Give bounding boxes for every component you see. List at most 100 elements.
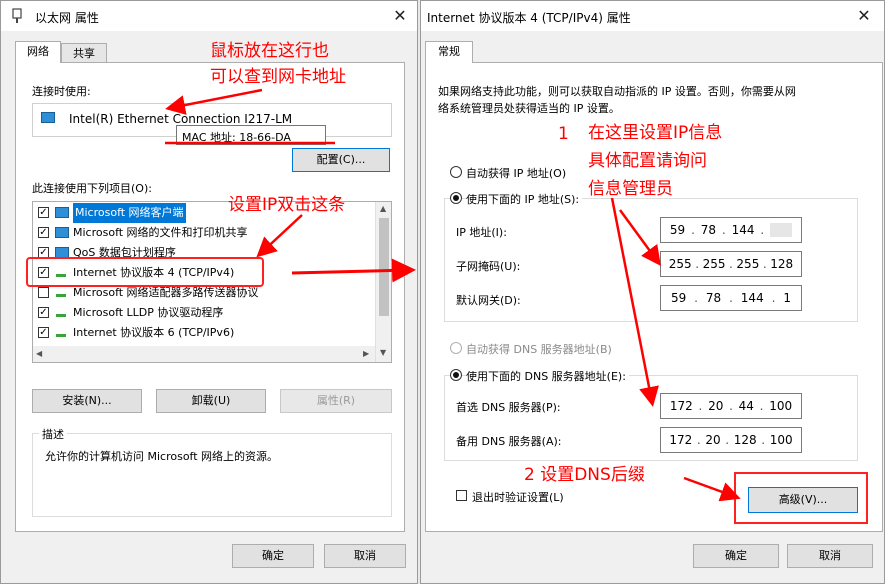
mac-tooltip: MAC 地址: 18-66-DA <box>176 125 326 145</box>
list-item[interactable]: ✓ Internet 协议版本 6 (TCP/IPv6) <box>33 323 373 343</box>
ip-octet-2: 78 <box>700 223 717 237</box>
item-label: Microsoft 网络的文件和打印机共享 <box>73 226 248 239</box>
validate-checkbox[interactable] <box>456 490 467 501</box>
gateway-field[interactable]: 59. 78. 144. 1 <box>660 285 802 311</box>
adapter-name: Intel(R) Ethernet Connection I217-LM <box>69 112 293 126</box>
auto-dns-radio[interactable] <box>450 342 462 354</box>
mask-octet-2: 255 <box>702 257 726 271</box>
right-dialog-title: Internet 协议版本 4 (TCP/IPv4) 属性 <box>427 11 631 25</box>
network-card-icon <box>41 112 55 123</box>
pref-dns-octet-3: 44 <box>738 399 754 413</box>
item-checkbox[interactable]: ✓ <box>38 227 49 238</box>
item-label: Microsoft 网络客户端 <box>73 203 186 223</box>
left-titlebar: 以太网 属性 ✕ <box>1 1 417 31</box>
horizontal-scrollbar[interactable]: ◀ ▶ <box>33 346 375 362</box>
use-ip-radio[interactable] <box>450 192 462 204</box>
annotation-mouse-hover-2: 可以查到网卡地址 <box>210 67 346 87</box>
protocol-icon <box>55 307 67 317</box>
annotation-step1-number: 1 <box>558 124 569 144</box>
configure-button[interactable]: 配置(C)... <box>292 148 390 172</box>
mac-address-text: MAC 地址: 18-66-DA <box>182 131 291 144</box>
mask-octet-4: 128 <box>770 257 794 271</box>
alternate-dns-label: 备用 DNS 服务器(A): <box>456 435 562 448</box>
tab-network[interactable]: 网络 <box>15 41 61 63</box>
pref-dns-octet-4: 100 <box>769 399 793 413</box>
left-cancel-button[interactable]: 取消 <box>324 544 406 568</box>
alt-dns-octet-4: 100 <box>769 433 793 447</box>
ip-octet-4 <box>770 223 793 237</box>
item-checkbox[interactable]: ✓ <box>38 307 49 318</box>
subnet-mask-field[interactable]: 255. 255. 255. 128 <box>660 251 802 277</box>
description-text: 允许你的计算机访问 Microsoft 网络上的资源。 <box>45 450 279 463</box>
close-icon[interactable]: ✕ <box>849 3 879 29</box>
item-label: Internet 协议版本 6 (TCP/IPv6) <box>73 326 235 339</box>
alternate-dns-field[interactable]: 172. 20. 128. 100 <box>660 427 802 453</box>
alt-dns-octet-1: 172 <box>669 433 693 447</box>
network-client-icon <box>55 207 69 218</box>
uninstall-button[interactable]: 卸载(U) <box>156 389 266 413</box>
scroll-left-icon[interactable]: ◀ <box>36 349 42 358</box>
ethernet-properties-dialog: 以太网 属性 ✕ 网络 共享 连接时使用: Intel(R) Ethernet … <box>0 0 418 584</box>
ip-octet-1: 59 <box>669 223 686 237</box>
right-titlebar: Internet 协议版本 4 (TCP/IPv4) 属性 ✕ <box>421 1 884 31</box>
preferred-dns-field[interactable]: 172. 20. 44. 100 <box>660 393 802 419</box>
auto-ip-label[interactable]: 自动获得 IP 地址(O) <box>466 165 566 181</box>
ipv4-item-highlight-box <box>26 257 264 287</box>
description-label: 描述 <box>39 426 67 442</box>
network-tab-panel: 连接时使用: Intel(R) Ethernet Connection I217… <box>15 62 405 532</box>
pref-dns-octet-2: 20 <box>708 399 724 413</box>
list-scrollbar[interactable]: ▲ ▼ <box>375 202 391 362</box>
protocol-icon <box>55 327 67 337</box>
scroll-down-icon[interactable]: ▼ <box>380 348 386 357</box>
advanced-button-highlight-box <box>734 472 868 524</box>
ip-address-label: IP 地址(I): <box>456 226 507 239</box>
intro-line-2: 络系统管理员处获得适当的 IP 设置。 <box>438 102 620 115</box>
subnet-mask-label: 子网掩码(U): <box>456 260 521 273</box>
right-ok-button[interactable]: 确定 <box>693 544 779 568</box>
protocol-icon <box>55 287 67 297</box>
use-dns-radio[interactable] <box>450 369 462 381</box>
auto-dns-label[interactable]: 自动获得 DNS 服务器地址(B) <box>466 341 612 357</box>
install-button[interactable]: 安装(N)... <box>32 389 142 413</box>
pref-dns-octet-1: 172 <box>669 399 693 413</box>
list-item[interactable]: ✓ Microsoft 网络的文件和打印机共享 <box>33 223 373 243</box>
scroll-up-icon[interactable]: ▲ <box>380 204 386 213</box>
left-dialog-title: 以太网 属性 <box>35 11 99 25</box>
connect-using-label: 连接时使用: <box>32 85 91 98</box>
tab-general[interactable]: 常规 <box>425 41 473 63</box>
network-adapter-icon <box>11 8 23 24</box>
items-label: 此连接使用下列项目(O): <box>32 182 152 195</box>
alt-dns-octet-3: 128 <box>733 433 757 447</box>
right-cancel-button[interactable]: 取消 <box>787 544 873 568</box>
close-icon[interactable]: ✕ <box>385 3 415 29</box>
item-label: Microsoft LLDP 协议驱动程序 <box>73 306 224 319</box>
annotation-set-ip: 设置IP双击这条 <box>228 195 346 215</box>
auto-ip-radio[interactable] <box>450 166 462 178</box>
ip-octet-3: 144 <box>731 223 755 237</box>
alt-dns-octet-2: 20 <box>705 433 721 447</box>
tab-sharing[interactable]: 共享 <box>61 43 107 63</box>
use-dns-label[interactable]: 使用下面的 DNS 服务器地址(E): <box>466 368 629 384</box>
item-checkbox[interactable]: ✓ <box>38 327 49 338</box>
gateway-octet-3: 144 <box>740 291 764 305</box>
intro-line-1: 如果网络支持此功能，则可以获取自动指派的 IP 设置。否则，你需要从网 <box>438 85 796 98</box>
ip-address-field[interactable]: 59. 78. 144. <box>660 217 802 243</box>
annotation-step1-line2: 具体配置请询问 <box>588 151 707 171</box>
item-checkbox[interactable] <box>38 287 49 298</box>
preferred-dns-label: 首选 DNS 服务器(P): <box>456 401 561 414</box>
annotation-step1-line1: 在这里设置IP信息 <box>588 123 723 143</box>
scroll-right-icon[interactable]: ▶ <box>363 349 369 358</box>
annotation-step2: 2 设置DNS后缀 <box>524 465 645 485</box>
item-checkbox[interactable]: ✓ <box>38 207 49 218</box>
validate-label[interactable]: 退出时验证设置(L) <box>472 489 564 505</box>
gateway-octet-4: 1 <box>783 291 791 305</box>
gateway-label: 默认网关(D): <box>456 294 521 307</box>
mask-octet-1: 255 <box>668 257 692 271</box>
network-client-icon <box>55 227 69 238</box>
list-item[interactable]: ✓ Microsoft LLDP 协议驱动程序 <box>33 303 373 323</box>
properties-button[interactable]: 属性(R) <box>280 389 392 413</box>
left-ok-button[interactable]: 确定 <box>232 544 314 568</box>
use-ip-label[interactable]: 使用下面的 IP 地址(S): <box>466 191 583 207</box>
annotation-mouse-hover-1: 鼠标放在这行也 <box>210 41 329 61</box>
scroll-thumb[interactable] <box>379 218 389 316</box>
